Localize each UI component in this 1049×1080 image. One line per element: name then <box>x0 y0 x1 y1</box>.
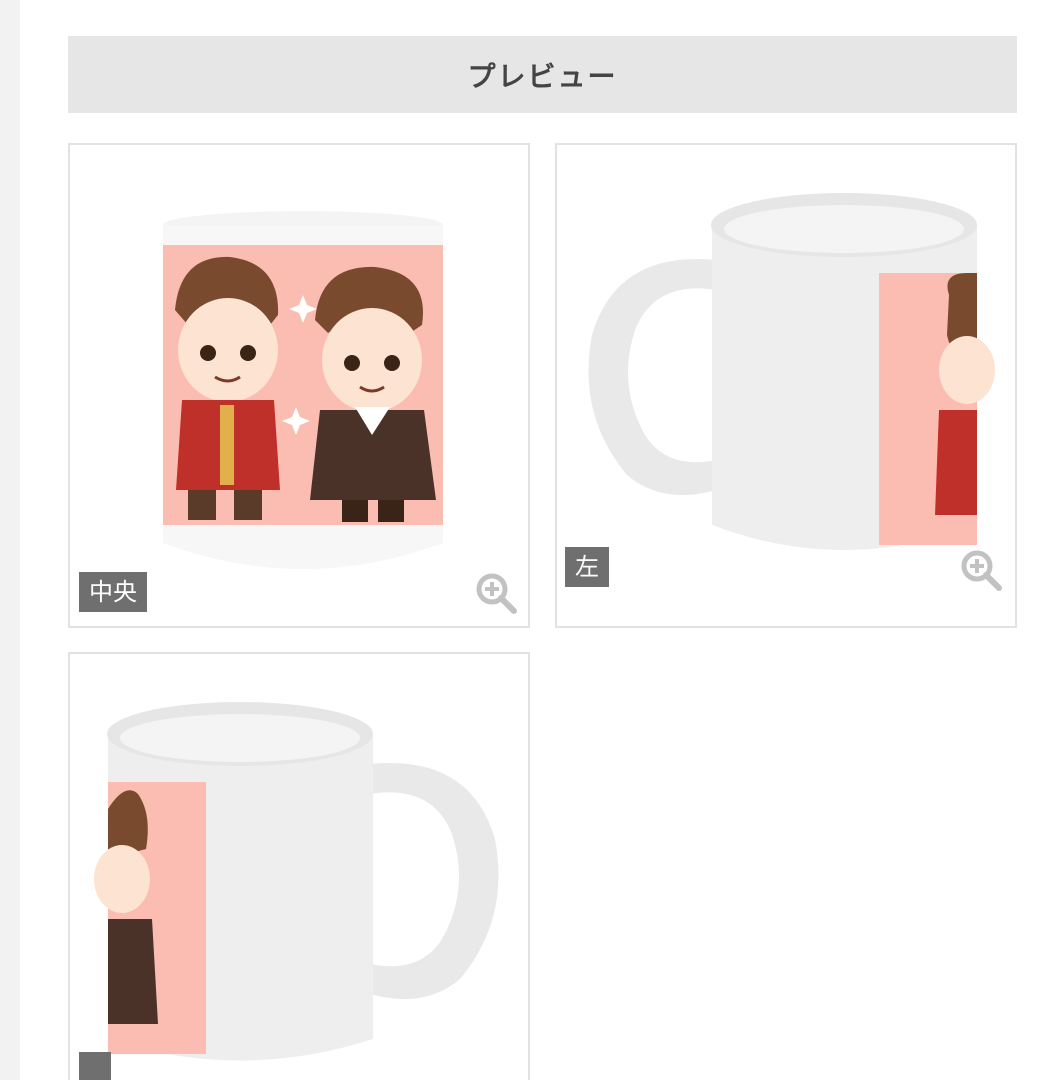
preview-card-right[interactable] <box>68 652 530 1080</box>
preview-header: プレビュー <box>68 36 1017 113</box>
mug-left-image <box>588 193 995 550</box>
zoom-in-icon[interactable] <box>959 548 1005 594</box>
preview-card-center[interactable]: 中央 <box>68 143 530 628</box>
preview-card-left[interactable]: 左 <box>555 143 1017 628</box>
zoom-in-icon[interactable] <box>474 571 520 617</box>
view-label-right <box>79 1052 111 1080</box>
view-label-left: 左 <box>565 547 609 587</box>
page-title: プレビュー <box>467 59 618 93</box>
mug-right-image <box>94 702 499 1061</box>
mug-center-image <box>163 211 443 569</box>
left-rail <box>0 0 20 1080</box>
view-label-center: 中央 <box>79 572 147 612</box>
